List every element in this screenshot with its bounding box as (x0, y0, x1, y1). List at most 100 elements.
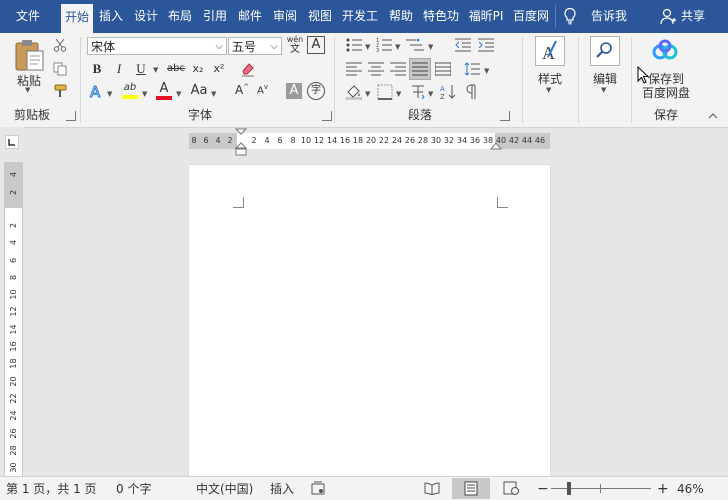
first-line-indent-marker[interactable] (234, 128, 248, 159)
styles-dropdown-arrow[interactable]: ▼ (546, 86, 551, 94)
chinese-layout-icon[interactable] (410, 84, 426, 103)
align-left-icon[interactable] (346, 62, 362, 79)
font-launcher-icon[interactable] (322, 111, 332, 121)
tab-review[interactable]: 审阅 (269, 3, 301, 30)
font-name-combo[interactable]: 宋体 ⌵ (87, 37, 227, 55)
multilevel-list-icon[interactable] (406, 38, 424, 55)
web-layout-icon[interactable] (503, 481, 519, 497)
line-spacing-dropdown-arrow[interactable]: ▼ (484, 67, 489, 75)
styles-gallery-button[interactable]: A 样式 ▼ (532, 36, 568, 102)
ruler-number: 28 (417, 136, 429, 145)
italic-button[interactable]: I (112, 60, 126, 78)
decrease-indent-icon[interactable] (455, 38, 471, 55)
tab-layout[interactable]: 布局 (164, 3, 196, 30)
zoom-slider-thumb[interactable] (567, 482, 571, 495)
tab-insert[interactable]: 插入 (95, 3, 127, 30)
zoom-level[interactable]: 46% (677, 481, 704, 497)
character-shading-button[interactable]: A (286, 83, 302, 99)
print-layout-button[interactable] (452, 478, 490, 499)
tab-design[interactable]: 设计 (130, 3, 162, 30)
enclose-characters-button[interactable]: 字 (307, 82, 325, 100)
show-marks-icon[interactable] (466, 84, 478, 103)
line-spacing-icon[interactable] (464, 62, 480, 79)
chevron-down-icon[interactable]: ⌵ (215, 38, 223, 56)
font-color-dropdown-arrow[interactable]: ▼ (176, 90, 181, 98)
paste-button[interactable]: 粘贴 ▼ (10, 36, 48, 94)
copy-icon[interactable] (53, 62, 67, 79)
align-center-icon[interactable] (368, 62, 384, 79)
bullets-icon[interactable] (346, 38, 362, 55)
underline-dropdown-arrow[interactable]: ▼ (153, 66, 158, 74)
tab-selector-button[interactable] (5, 135, 19, 149)
paragraph-launcher-icon[interactable] (500, 111, 510, 121)
shrink-font-button[interactable]: Av (257, 83, 273, 96)
format-painter-icon[interactable] (53, 84, 68, 101)
tab-developer[interactable]: 开发工 (339, 3, 381, 30)
increase-indent-icon[interactable] (478, 38, 494, 55)
tab-features[interactable]: 特色功 (420, 3, 462, 30)
clipboard-launcher-icon[interactable] (66, 111, 76, 121)
font-color-button[interactable]: A (155, 82, 173, 100)
right-indent-marker[interactable] (489, 141, 503, 155)
ruler-number: 4 (9, 239, 18, 246)
strikethrough-button[interactable]: abc (164, 60, 188, 78)
tab-help[interactable]: 帮助 (385, 3, 417, 30)
word-count[interactable]: 0 个字 (116, 481, 151, 497)
text-effect-icon[interactable]: A (89, 83, 105, 104)
paste-dropdown-arrow[interactable]: ▼ (25, 86, 30, 94)
tell-me-search[interactable]: 告诉我 (586, 3, 632, 30)
bold-button[interactable]: B (90, 60, 104, 78)
page-count[interactable]: 第 1 页，共 1 页 (6, 481, 97, 497)
multilevel-list-dropdown-arrow[interactable]: ▼ (428, 43, 433, 51)
share-button[interactable]: 共享 (678, 3, 708, 30)
chinese-layout-dropdown-arrow[interactable]: ▼ (428, 90, 433, 98)
clear-formatting-icon[interactable] (240, 61, 256, 80)
vertical-ruler[interactable]: 4 2 2 4 6 8 10 12 14 16 18 20 22 24 26 2… (4, 162, 23, 476)
align-right-icon[interactable] (390, 62, 406, 79)
justify-button[interactable] (409, 58, 431, 80)
superscript-button[interactable]: x² (211, 60, 227, 78)
tab-foxit-pdf[interactable]: 福昕PI (465, 3, 507, 30)
zoom-slider-track[interactable] (551, 488, 651, 489)
document-page[interactable] (189, 165, 550, 476)
font-size-combo[interactable]: 五号 ⌵ (228, 37, 282, 55)
tab-baidu-netdisk[interactable]: 百度网 (510, 3, 552, 30)
language-indicator[interactable]: 中文(中国) (196, 481, 253, 497)
tab-home[interactable]: 开始 (61, 4, 93, 33)
shading-icon[interactable] (345, 84, 363, 103)
sort-icon[interactable]: AZ (440, 84, 456, 103)
insert-mode-indicator[interactable]: 插入 (270, 481, 294, 497)
borders-dropdown-arrow[interactable]: ▼ (396, 90, 401, 98)
zoom-in-button[interactable]: + (657, 481, 669, 497)
tab-file[interactable]: 文件 (8, 3, 48, 30)
editing-dropdown-arrow[interactable]: ▼ (601, 86, 606, 94)
tab-mailings[interactable]: 邮件 (234, 3, 266, 30)
numbering-dropdown-arrow[interactable]: ▼ (395, 43, 400, 51)
subscript-button[interactable]: x₂ (190, 60, 206, 78)
phonetic-guide-button[interactable]: wén 文 (286, 35, 304, 57)
chevron-down-icon[interactable]: ⌵ (270, 38, 278, 56)
distributed-icon[interactable] (434, 62, 452, 79)
zoom-out-button[interactable]: − (537, 481, 549, 497)
bullets-dropdown-arrow[interactable]: ▼ (365, 43, 370, 51)
change-case-dropdown-arrow[interactable]: ▼ (211, 90, 216, 98)
cut-icon[interactable] (53, 38, 67, 55)
shading-dropdown-arrow[interactable]: ▼ (365, 90, 370, 98)
tab-divider (555, 5, 556, 28)
highlight-button[interactable]: ab (120, 82, 140, 100)
tab-view[interactable]: 视图 (304, 3, 336, 30)
save-to-label-line2: 百度网盘 (641, 86, 690, 100)
highlight-dropdown-arrow[interactable]: ▼ (142, 90, 147, 98)
borders-icon[interactable] (377, 84, 393, 103)
editing-button[interactable]: 编辑 ▼ (587, 36, 623, 102)
underline-button[interactable]: U (134, 60, 148, 78)
read-mode-icon[interactable] (424, 481, 440, 497)
tab-references[interactable]: 引用 (199, 3, 231, 30)
numbering-icon[interactable]: 123 (376, 38, 392, 55)
change-case-button[interactable]: Aa (189, 82, 209, 100)
character-border-button[interactable]: A (307, 36, 325, 54)
macro-record-icon[interactable] (311, 481, 325, 497)
collapse-ribbon-icon[interactable] (708, 112, 718, 122)
grow-font-button[interactable]: A^ (235, 83, 251, 97)
text-effect-dropdown-arrow[interactable]: ▼ (107, 90, 112, 98)
